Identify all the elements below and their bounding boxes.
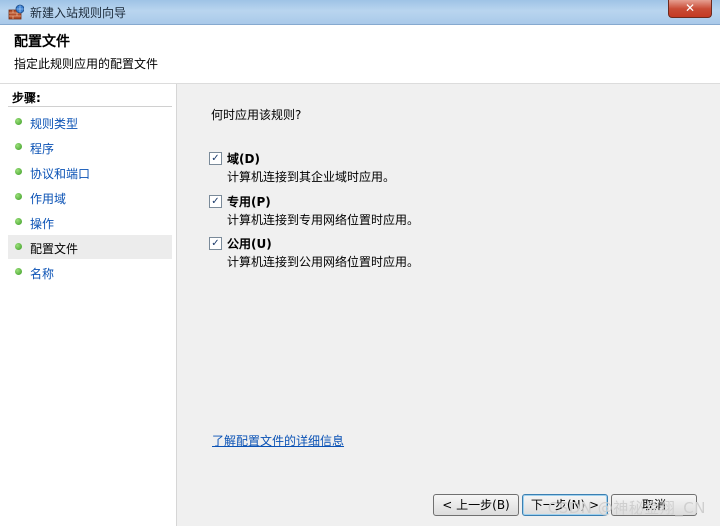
step-status-dot-icon <box>15 143 22 150</box>
step-label: 协议和端口 <box>30 167 91 181</box>
steps-title: 步骤: <box>12 91 41 105</box>
step-scope[interactable]: 作用域 <box>8 185 172 209</box>
step-status-dot-icon <box>15 118 22 125</box>
profile-help-link[interactable]: 了解配置文件的详细信息 <box>212 432 344 449</box>
public-label[interactable]: 公用(U) <box>227 235 272 252</box>
watermark: CSDN @神秘金翔_CN <box>547 499 706 517</box>
step-status-dot-icon <box>15 218 22 225</box>
public-description: 计算机连接到公用网络位置时应用。 <box>227 255 420 269</box>
step-status-dot-icon <box>15 193 22 200</box>
window-title: 新建入站规则向导 <box>30 6 127 20</box>
domain-checkbox[interactable]: ✓ <box>209 152 222 165</box>
private-description: 计算机连接到专用网络位置时应用。 <box>227 213 420 227</box>
step-label: 程序 <box>30 142 55 156</box>
page-subtitle: 指定此规则应用的配置文件 <box>14 57 159 71</box>
step-profile[interactable]: 配置文件 <box>8 235 172 259</box>
wizard-window: 新建入站规则向导 ✕ 配置文件 指定此规则应用的配置文件 步骤: 规则类型 程序… <box>0 0 720 526</box>
step-status-dot-icon <box>15 243 22 250</box>
step-name[interactable]: 名称 <box>8 260 172 284</box>
profile-question: 何时应用该规则? <box>211 108 302 122</box>
step-status-dot-icon <box>15 268 22 275</box>
domain-description: 计算机连接到其企业域时应用。 <box>227 170 396 184</box>
step-label: 配置文件 <box>30 242 79 256</box>
title-bar[interactable]: 新建入站规则向导 ✕ <box>0 0 720 25</box>
page-header: 配置文件 指定此规则应用的配置文件 <box>0 25 720 84</box>
steps-divider <box>8 106 172 107</box>
step-protocol-ports[interactable]: 协议和端口 <box>8 160 172 184</box>
step-label: 名称 <box>30 267 55 281</box>
step-program[interactable]: 程序 <box>8 135 172 159</box>
step-rule-type[interactable]: 规则类型 <box>8 110 172 134</box>
private-label[interactable]: 专用(P) <box>227 193 271 210</box>
firewall-app-icon <box>8 4 24 20</box>
step-action[interactable]: 操作 <box>8 210 172 234</box>
step-label: 规则类型 <box>30 117 79 131</box>
steps-panel: 步骤: 规则类型 程序 协议和端口 作用域 操作 配置文件 名称 <box>0 84 177 526</box>
step-status-dot-icon <box>15 168 22 175</box>
back-button[interactable]: < 上一步(B) <box>433 494 519 516</box>
page-title: 配置文件 <box>14 34 70 50</box>
close-icon: ✕ <box>684 1 696 15</box>
public-checkbox[interactable]: ✓ <box>209 237 222 250</box>
private-checkbox[interactable]: ✓ <box>209 195 222 208</box>
step-label: 作用域 <box>30 192 67 206</box>
step-label: 操作 <box>30 217 55 231</box>
main-content: 何时应用该规则? ✓ 域(D) 计算机连接到其企业域时应用。 ✓ 专用(P) 计… <box>177 84 720 526</box>
domain-label[interactable]: 域(D) <box>227 150 260 167</box>
close-button[interactable]: ✕ <box>668 0 712 18</box>
